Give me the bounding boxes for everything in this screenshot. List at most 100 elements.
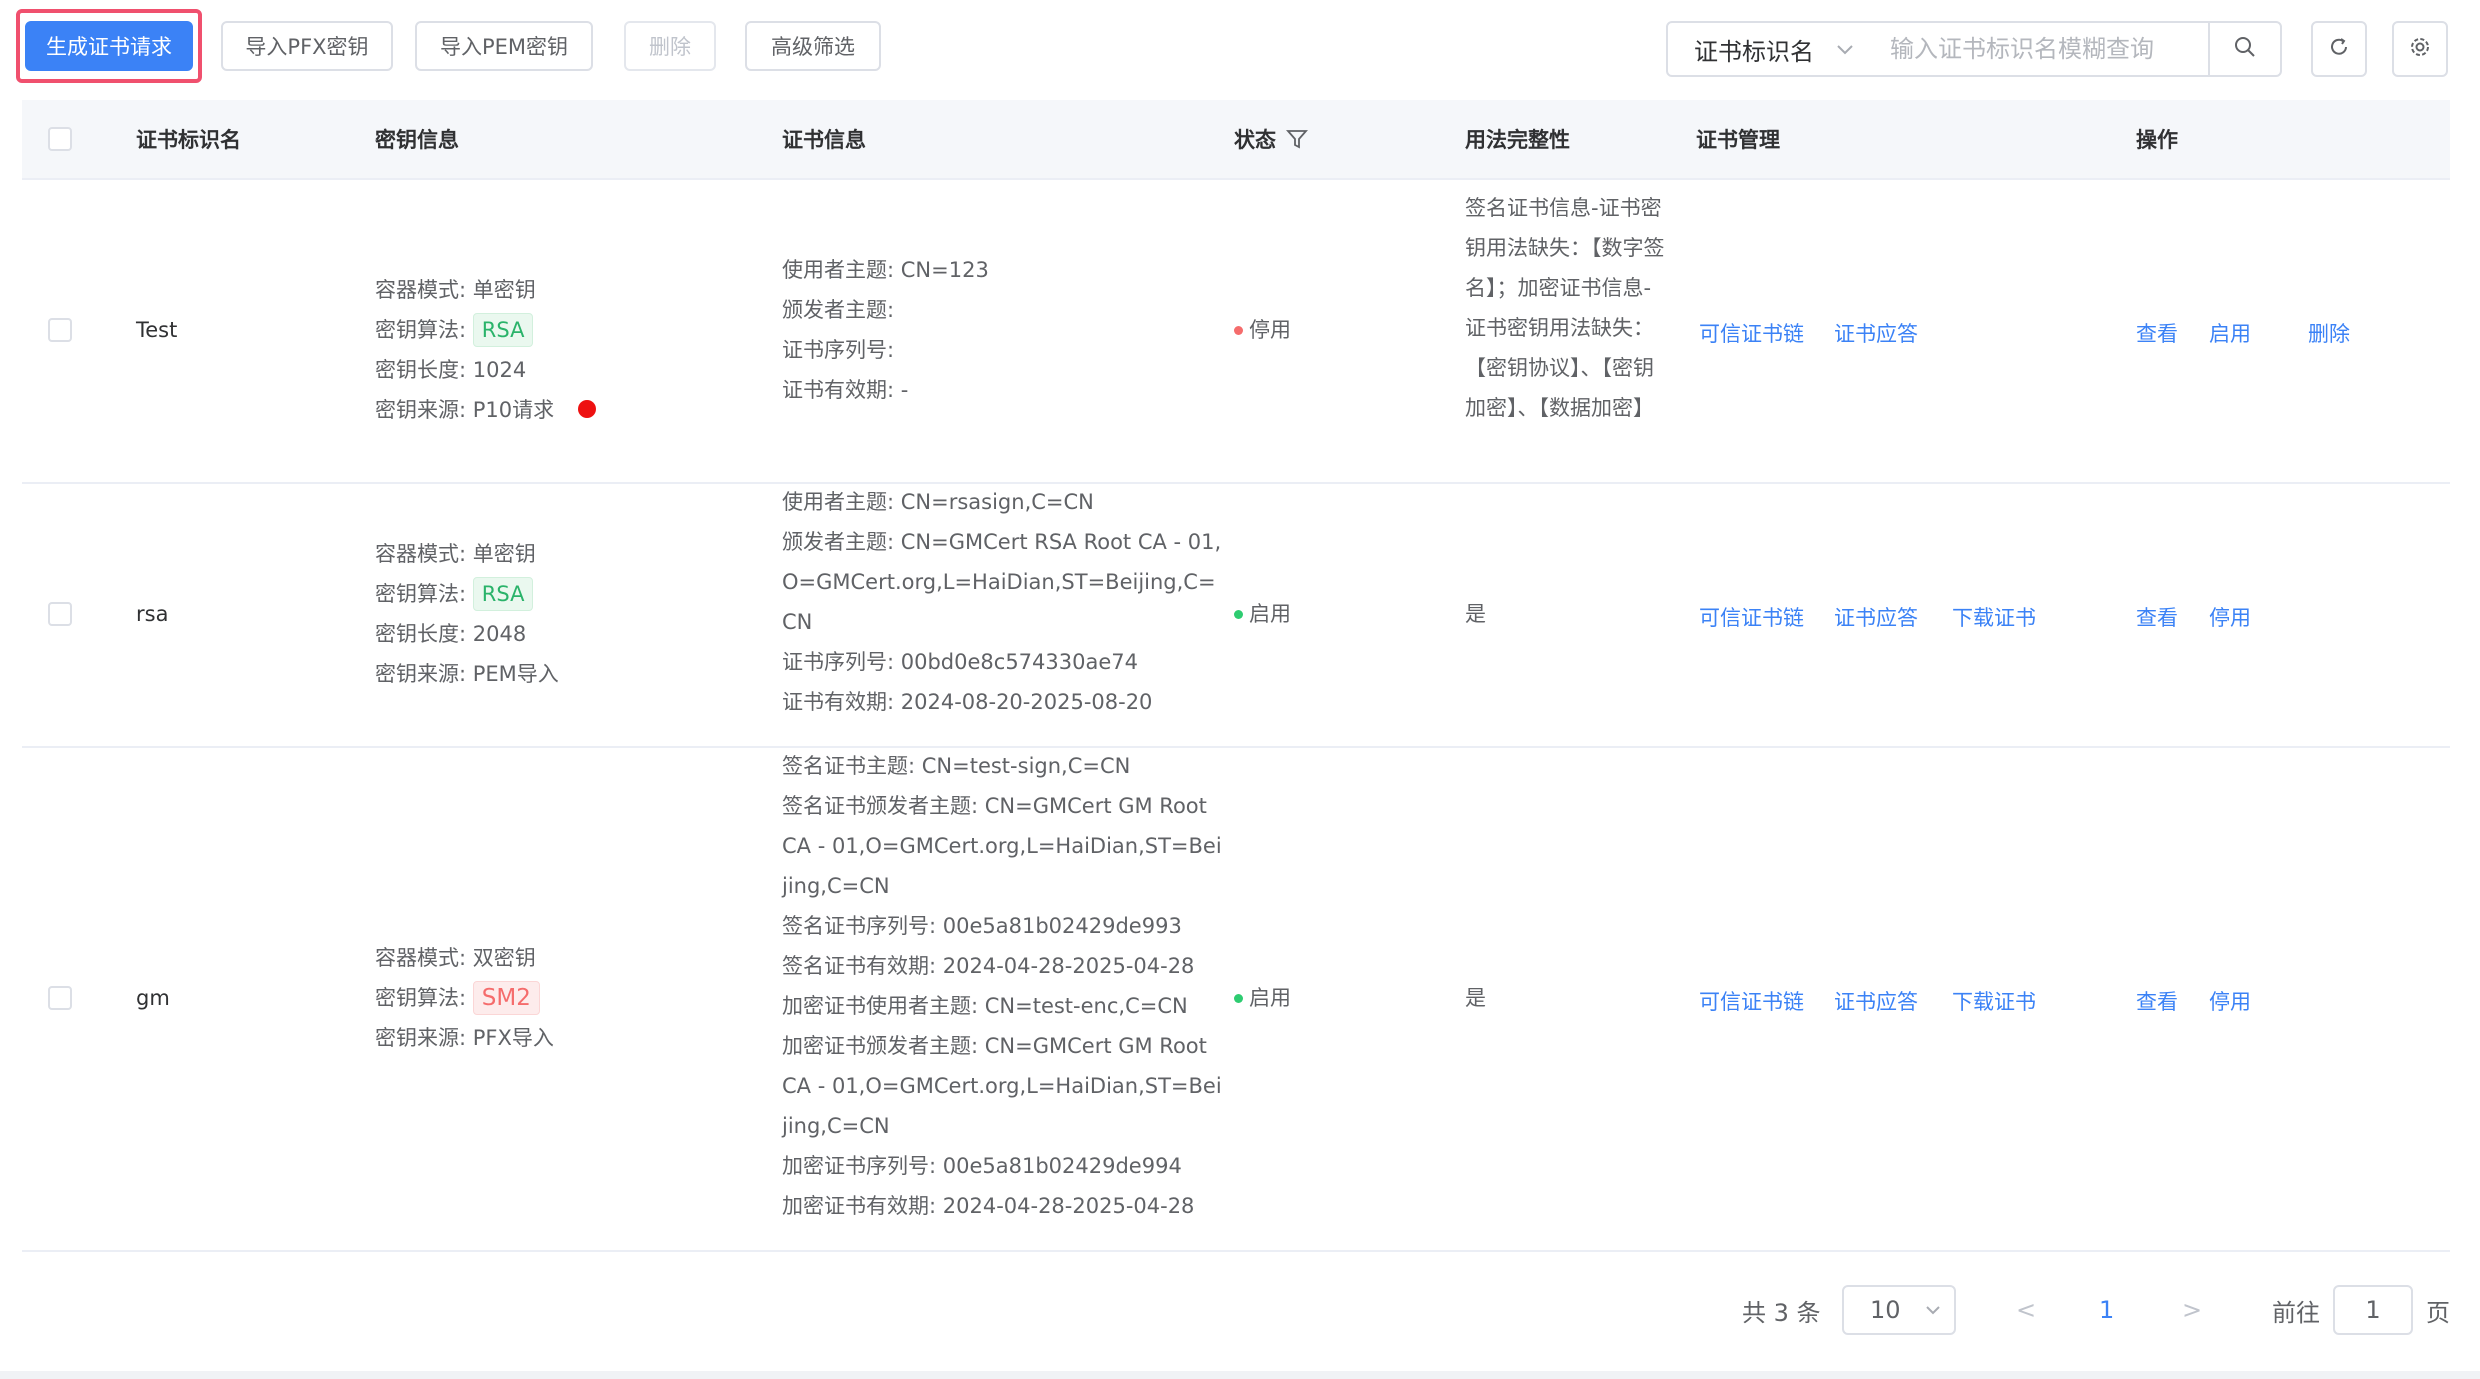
algo-tag: RSA: [472, 313, 534, 347]
table-row: gm 容器模式: 双密钥 密钥算法: SM2 密钥来源: PFX导入 签名证书主…: [22, 746, 2450, 1252]
key-length: 密钥长度: 2048: [375, 622, 527, 646]
column-header-key-info: 密钥信息: [375, 128, 459, 152]
table-row: Test 容器模式: 单密钥 密钥算法: RSA 密钥长度: 1024 密钥来源…: [22, 178, 2450, 484]
search-icon: [2234, 36, 2256, 62]
page-suffix: 页: [2426, 1298, 2450, 1327]
column-header-cert-mgmt: 证书管理: [1696, 128, 1780, 152]
cert-serial: 证书序列号: 00bd0e8c574330ae74: [782, 650, 1138, 674]
cert-issuer: 颁发者主题:: [782, 298, 895, 322]
key-info: 容器模式: 单密钥 密钥算法: RSA 密钥长度: 2048 密钥来源: PEM…: [375, 534, 559, 694]
cert-reply-link[interactable]: 证书应答: [1834, 318, 1918, 348]
status-badge: 停用: [1234, 310, 1291, 350]
disable-link[interactable]: 停用: [2209, 602, 2251, 632]
sign-cert-subject: 签名证书主题: CN=test-sign,C=CN: [782, 754, 1131, 778]
column-header-actions: 操作: [2136, 128, 2178, 152]
key-algo-line: 密钥算法: RSA: [375, 574, 559, 614]
row-checkbox[interactable]: [48, 318, 72, 342]
cert-reply-link[interactable]: 证书应答: [1834, 602, 1918, 632]
page-size-select[interactable]: 10: [1842, 1285, 1956, 1335]
key-info: 容器模式: 双密钥 密钥算法: SM2 密钥来源: PFX导入: [375, 938, 554, 1058]
advanced-filter-button[interactable]: 高级筛选: [745, 21, 881, 71]
cert-subject: 使用者主题: CN=rsasign,C=CN: [782, 490, 1094, 514]
cert-info: 签名证书主题: CN=test-sign,C=CN 签名证书颁发者主题: CN=…: [782, 746, 1222, 1226]
row-checkbox[interactable]: [48, 602, 72, 626]
status-text: 启用: [1249, 986, 1291, 1010]
prev-page-button[interactable]: <: [2016, 1285, 2036, 1335]
enable-link[interactable]: 启用: [2209, 318, 2251, 348]
bottom-divider: [0, 1371, 2480, 1379]
key-source: 密钥来源: P10请求: [375, 398, 555, 422]
key-source: 密钥来源: PFX导入: [375, 1026, 554, 1050]
search-field-select[interactable]: 证书标识名: [1668, 23, 1880, 75]
goto-page-input[interactable]: 1: [2333, 1285, 2413, 1335]
key-algo-label: 密钥算法:: [375, 986, 473, 1010]
status-dot-icon: [1234, 609, 1243, 619]
generate-cert-request-button[interactable]: 生成证书请求: [25, 21, 193, 71]
next-page-button[interactable]: >: [2182, 1285, 2202, 1335]
key-algo-label: 密钥算法:: [375, 582, 473, 606]
key-source: 密钥来源: PEM导入: [375, 662, 559, 686]
column-header-name: 证书标识名: [136, 128, 241, 152]
table-header: 证书标识名 密钥信息 证书信息 状态 用法完整性 证书管理 操作: [22, 100, 2450, 180]
status-dot-icon: [1234, 993, 1243, 1003]
key-mode: 容器模式: 双密钥: [375, 946, 536, 970]
search-button[interactable]: [2208, 23, 2280, 75]
toolbar: 生成证书请求 导入PFX密钥 导入PEM密钥 删除 高级筛选 证书标识名: [0, 0, 2480, 96]
search-input[interactable]: [1880, 35, 2208, 63]
download-cert-link[interactable]: 下载证书: [1952, 602, 2036, 632]
sign-cert-issuer: 签名证书颁发者主题: CN=GMCert GM Root CA - 01,O=G…: [782, 794, 1222, 898]
usage-integrity: 是: [1465, 986, 1486, 1010]
chevron-down-icon: [1925, 1305, 1941, 1315]
cert-name: gm: [136, 986, 170, 1010]
trusted-chain-link[interactable]: 可信证书链: [1699, 602, 1804, 632]
key-algo-line: 密钥算法: SM2: [375, 978, 554, 1018]
download-cert-link[interactable]: 下载证书: [1952, 986, 2036, 1016]
delete-button[interactable]: 删除: [624, 21, 716, 71]
disable-link[interactable]: 停用: [2209, 986, 2251, 1016]
goto-label: 前往: [2272, 1298, 2320, 1327]
status-header-label: 状态: [1234, 128, 1276, 152]
trusted-chain-link[interactable]: 可信证书链: [1699, 986, 1804, 1016]
enc-cert-issuer: 加密证书颁发者主题: CN=GMCert GM Root CA - 01,O=G…: [782, 1034, 1222, 1138]
delete-link[interactable]: 删除: [2308, 318, 2350, 348]
status-dot-icon: [1234, 325, 1243, 335]
view-link[interactable]: 查看: [2136, 318, 2178, 348]
cert-issuer: 颁发者主题: CN=GMCert RSA Root CA - 01,O=GMCe…: [782, 530, 1222, 634]
enc-cert-validity: 加密证书有效期: 2024-04-28-2025-04-28: [782, 1194, 1195, 1218]
cert-name: rsa: [136, 602, 169, 626]
page-size-value: 10: [1870, 1296, 1901, 1324]
cert-name: Test: [136, 318, 178, 342]
import-pfx-button[interactable]: 导入PFX密钥: [221, 21, 393, 71]
enc-cert-subject: 加密证书使用者主题: CN=test-enc,C=CN: [782, 994, 1188, 1018]
key-source-line: 密钥来源: P10请求: [375, 390, 597, 430]
column-header-usage: 用法完整性: [1465, 128, 1570, 152]
search-box: 证书标识名: [1666, 21, 2282, 77]
import-pem-button[interactable]: 导入PEM密钥: [415, 21, 593, 71]
row-checkbox[interactable]: [48, 986, 72, 1010]
column-header-cert-info: 证书信息: [782, 128, 866, 152]
filter-icon[interactable]: [1286, 128, 1308, 150]
settings-button[interactable]: [2392, 21, 2448, 77]
key-algo-label: 密钥算法:: [375, 318, 473, 342]
view-link[interactable]: 查看: [2136, 986, 2178, 1016]
cert-reply-link[interactable]: 证书应答: [1834, 986, 1918, 1016]
table-row: rsa 容器模式: 单密钥 密钥算法: RSA 密钥长度: 2048 密钥来源:…: [22, 482, 2450, 748]
key-info: 容器模式: 单密钥 密钥算法: RSA 密钥长度: 1024 密钥来源: P10…: [375, 270, 597, 430]
key-algo-line: 密钥算法: RSA: [375, 310, 596, 350]
view-link[interactable]: 查看: [2136, 602, 2178, 632]
status-text: 停用: [1249, 318, 1291, 342]
refresh-button[interactable]: [2311, 21, 2367, 77]
key-mode: 容器模式: 单密钥: [375, 278, 536, 302]
cert-validity: 证书有效期: -: [782, 378, 909, 402]
pagination-total: 共 3 条: [1742, 1298, 1821, 1327]
trusted-chain-link[interactable]: 可信证书链: [1699, 318, 1804, 348]
algo-tag: SM2: [472, 981, 540, 1015]
refresh-icon: [2328, 36, 2350, 62]
column-header-status: 状态: [1234, 100, 1308, 178]
algo-tag: RSA: [472, 577, 534, 611]
page-number-current[interactable]: 1: [2099, 1285, 2114, 1335]
select-all-checkbox[interactable]: [48, 127, 72, 151]
status-badge: 启用: [1234, 594, 1291, 634]
sign-cert-serial: 签名证书序列号: 00e5a81b02429de993: [782, 914, 1182, 938]
warning-dot-icon: [578, 400, 597, 418]
